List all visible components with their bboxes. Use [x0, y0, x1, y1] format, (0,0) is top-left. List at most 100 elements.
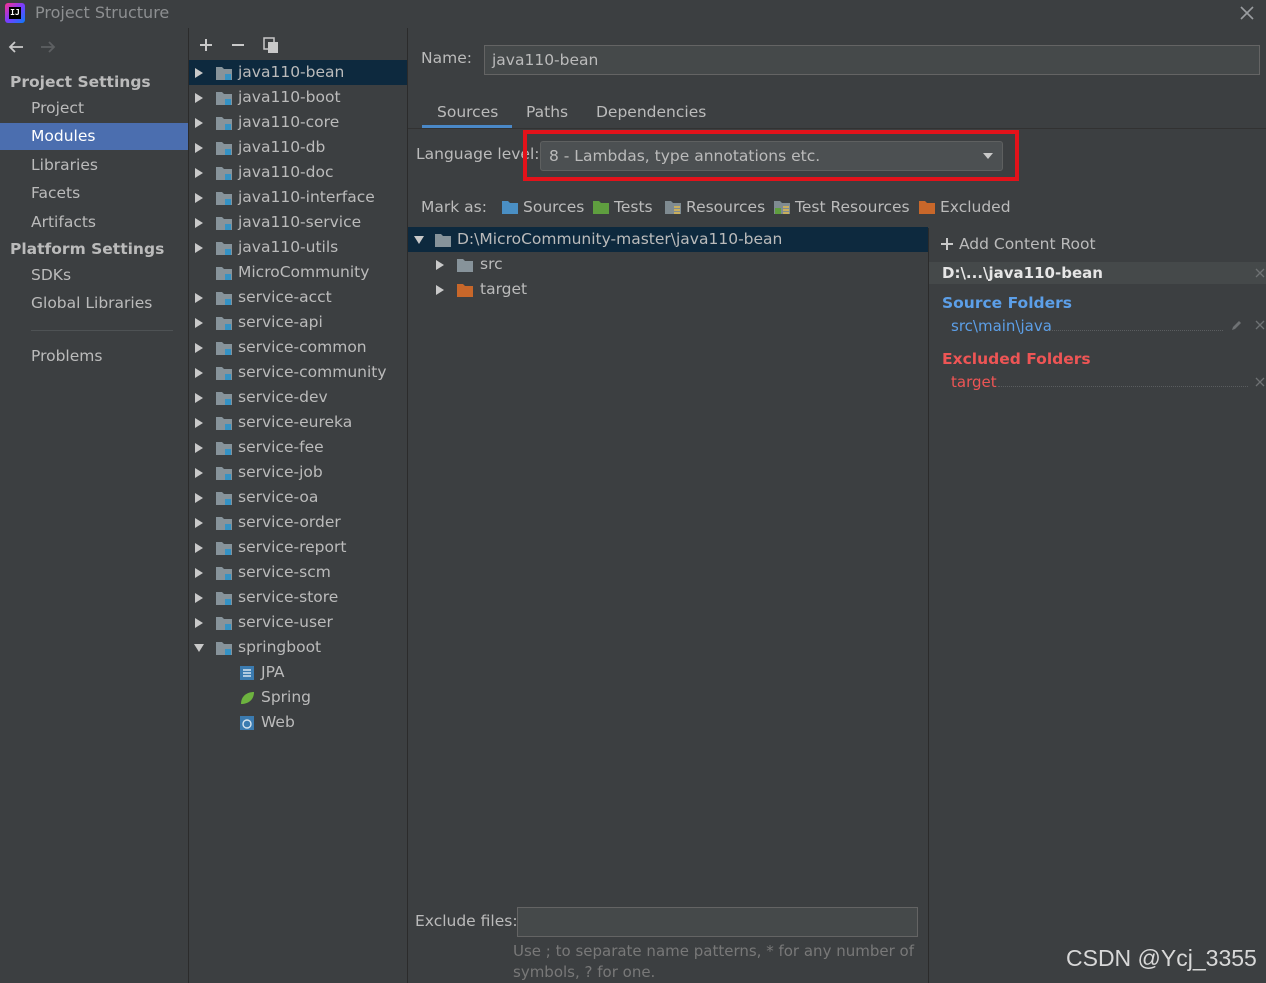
- collapsed-arrow-icon[interactable]: [434, 284, 446, 296]
- module-folder-icon: [215, 415, 233, 431]
- module-row[interactable]: java110-bean: [189, 60, 407, 85]
- module-row[interactable]: service-user: [189, 610, 407, 635]
- edit-icon[interactable]: [1230, 319, 1243, 332]
- module-row[interactable]: service-job: [189, 460, 407, 485]
- highlight-annotation-box: [523, 130, 1019, 181]
- collapsed-arrow-icon[interactable]: [193, 442, 205, 454]
- watermark: CSDN @Ycj_3355: [1066, 945, 1257, 971]
- collapsed-arrow-icon[interactable]: [193, 242, 205, 254]
- module-folder-icon: [215, 115, 233, 131]
- module-name-input[interactable]: java110-bean: [484, 45, 1260, 75]
- tab-sources[interactable]: Sources: [437, 100, 498, 128]
- expanded-arrow-icon[interactable]: [193, 642, 205, 654]
- jpa-icon: [239, 665, 255, 681]
- collapsed-arrow-icon[interactable]: [193, 167, 205, 179]
- module-folder-icon: [215, 190, 233, 206]
- module-row[interactable]: java110-interface: [189, 185, 407, 210]
- collapsed-arrow-icon[interactable]: [193, 67, 205, 79]
- module-folder-icon: [215, 290, 233, 306]
- module-row[interactable]: java110-db: [189, 135, 407, 160]
- tab-paths[interactable]: Paths: [526, 100, 568, 128]
- add-icon: [940, 237, 954, 251]
- nav-item-facets[interactable]: Facets: [0, 180, 188, 207]
- module-row[interactable]: java110-doc: [189, 160, 407, 185]
- content-root-tree: [408, 228, 928, 900]
- nav-item-sdks[interactable]: SDKs: [0, 262, 188, 289]
- module-row[interactable]: java110-utils: [189, 235, 407, 260]
- module-folder-icon: [215, 615, 233, 631]
- test-resources-folder-icon: [773, 199, 791, 215]
- facet-row[interactable]: JPA: [189, 660, 407, 685]
- collapsed-arrow-icon[interactable]: [193, 367, 205, 379]
- sources-folder-icon: [501, 199, 519, 215]
- facet-row[interactable]: Web: [189, 710, 407, 735]
- module-row[interactable]: service-acct: [189, 285, 407, 310]
- remove-excluded-icon[interactable]: [1255, 377, 1265, 387]
- nav-item-libraries[interactable]: Libraries: [0, 152, 188, 179]
- expanded-arrow-icon[interactable]: [413, 234, 425, 246]
- add-icon[interactable]: [197, 36, 215, 54]
- collapsed-arrow-icon[interactable]: [193, 492, 205, 504]
- module-row[interactable]: java110-core: [189, 110, 407, 135]
- collapsed-arrow-icon[interactable]: [193, 142, 205, 154]
- module-row[interactable]: service-order: [189, 510, 407, 535]
- module-row[interactable]: service-oa: [189, 485, 407, 510]
- collapsed-arrow-icon[interactable]: [193, 217, 205, 229]
- module-row[interactable]: java110-boot: [189, 85, 407, 110]
- collapsed-arrow-icon[interactable]: [193, 117, 205, 129]
- title-bar: [0, 0, 1266, 28]
- src-folder-row[interactable]: src: [408, 252, 928, 277]
- collapsed-arrow-icon[interactable]: [193, 567, 205, 579]
- nav-item-project[interactable]: Project: [0, 95, 188, 122]
- module-row[interactable]: service-eureka: [189, 410, 407, 435]
- collapsed-arrow-icon[interactable]: [193, 467, 205, 479]
- remove-source-icon[interactable]: [1255, 320, 1265, 330]
- nav-item-global-libraries[interactable]: Global Libraries: [0, 290, 188, 317]
- module-row[interactable]: service-community: [189, 360, 407, 385]
- back-arrow-icon[interactable]: [7, 38, 25, 56]
- collapsed-arrow-icon[interactable]: [193, 417, 205, 429]
- module-folder-icon: [215, 90, 233, 106]
- collapsed-arrow-icon[interactable]: [193, 342, 205, 354]
- facet-row[interactable]: Spring: [189, 685, 407, 710]
- module-row[interactable]: springboot: [189, 635, 407, 660]
- module-row[interactable]: service-scm: [189, 560, 407, 585]
- module-row[interactable]: service-report: [189, 535, 407, 560]
- nav-item-artifacts[interactable]: Artifacts: [0, 209, 188, 236]
- module-row[interactable]: java110-service: [189, 210, 407, 235]
- target-folder-row[interactable]: target: [408, 277, 928, 302]
- collapsed-arrow-icon[interactable]: [193, 592, 205, 604]
- copy-icon[interactable]: [262, 36, 280, 54]
- module-row[interactable]: service-store: [189, 585, 407, 610]
- nav-divider: [31, 330, 173, 331]
- module-folder-icon: [215, 340, 233, 356]
- nav-item-problems[interactable]: Problems: [0, 343, 188, 370]
- collapsed-arrow-icon[interactable]: [193, 317, 205, 329]
- exclude-files-input[interactable]: [517, 907, 918, 937]
- module-row[interactable]: MicroCommunity: [189, 260, 407, 285]
- add-content-root-button[interactable]: Add Content Root: [940, 235, 1096, 253]
- module-row[interactable]: service-common: [189, 335, 407, 360]
- project-settings-header: Project Settings: [10, 73, 151, 91]
- content-root-row[interactable]: D:\MicroCommunity-master\java110-bean: [408, 227, 928, 252]
- module-folder-icon: [215, 65, 233, 81]
- remove-icon[interactable]: [229, 36, 247, 54]
- collapsed-arrow-icon[interactable]: [193, 517, 205, 529]
- module-row[interactable]: service-api: [189, 310, 407, 335]
- nav-item-modules[interactable]: Modules: [0, 123, 188, 150]
- collapsed-arrow-icon[interactable]: [193, 542, 205, 554]
- collapsed-arrow-icon[interactable]: [193, 392, 205, 404]
- collapsed-arrow-icon[interactable]: [193, 292, 205, 304]
- remove-root-icon[interactable]: [1255, 268, 1265, 278]
- collapsed-arrow-icon[interactable]: [434, 259, 446, 271]
- collapsed-arrow-icon[interactable]: [193, 192, 205, 204]
- module-row[interactable]: service-dev: [189, 385, 407, 410]
- module-row[interactable]: service-fee: [189, 435, 407, 460]
- collapsed-arrow-icon[interactable]: [193, 92, 205, 104]
- tab-dependencies[interactable]: Dependencies: [596, 100, 706, 128]
- close-icon[interactable]: [1238, 4, 1256, 22]
- spring-leaf-icon: [239, 690, 255, 706]
- forward-arrow-icon[interactable]: [39, 38, 57, 56]
- excluded-folder-path: target: [951, 373, 997, 391]
- collapsed-arrow-icon[interactable]: [193, 617, 205, 629]
